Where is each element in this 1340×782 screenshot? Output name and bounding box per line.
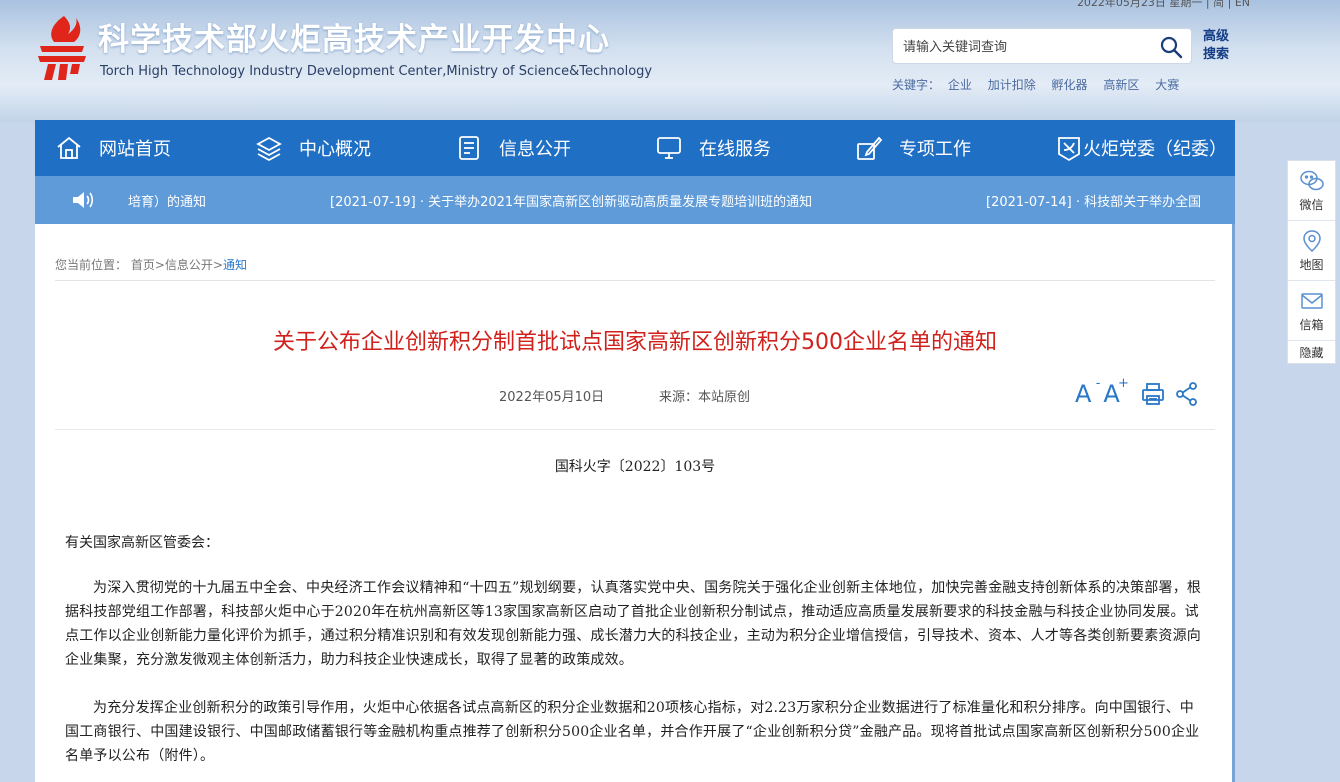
advanced-search-link[interactable]: 高级 搜索 — [1203, 28, 1237, 64]
ticker-item[interactable]: 培育）的通知 — [128, 191, 206, 210]
pen-icon — [857, 136, 883, 160]
hide-panel-button[interactable]: 隐藏 — [1288, 341, 1335, 363]
search-box — [892, 28, 1192, 64]
font-larger-sup: + — [1117, 376, 1129, 391]
hotword-link[interactable]: 孵化器 — [1052, 78, 1088, 92]
breadcrumb-separator: > — [212, 258, 223, 272]
nav-label: 专项工作 — [899, 139, 971, 160]
article-title: 关于公布企业创新积分制首批试点国家高新区创新积分500企业名单的通知 — [273, 330, 997, 355]
search-input[interactable] — [903, 37, 1153, 57]
nav-item-home[interactable]: 网站首页 — [35, 120, 235, 176]
ticker-item[interactable]: [2021-07-19] · 关于举办2021年国家高新区创新驱动高质量发展专题… — [330, 191, 812, 210]
monitor-icon — [657, 137, 681, 159]
font-smaller-button[interactable]: A- — [1075, 376, 1100, 408]
speaker-icon — [73, 192, 94, 208]
breadcrumb-prefix: 您当前位置： — [55, 258, 128, 272]
nav-label: 网站首页 — [99, 139, 171, 160]
site-header: 2022年05月23日 星期一 | 简 | EN 科学技术部火炬高技术产业开发中… — [0, 0, 1340, 122]
nav-item-info[interactable]: 信息公开 — [435, 120, 635, 176]
date-language-strip: 2022年05月23日 星期一 | 简 | EN — [1076, 0, 1250, 9]
font-smaller-sup: - — [1095, 376, 1101, 391]
article-container: 您当前位置： 首页>信息公开>通知 关于公布企业创新积分制首批试点国家高新区创新… — [35, 224, 1235, 782]
nav-label: 信息公开 — [499, 139, 571, 160]
mail-label: 信箱 — [1299, 318, 1324, 332]
breadcrumb-home[interactable]: 首页 — [131, 258, 155, 272]
nav-item-online-service[interactable]: 在线服务 — [635, 120, 835, 176]
article-tools: A- A + — [1075, 376, 1200, 408]
document-number: 国科火字〔2022〕103号 — [554, 459, 716, 475]
site-title[interactable]: 科学技术部火炬高技术产业开发中心 — [98, 14, 610, 59]
layers-icon — [256, 136, 282, 162]
party-emblem-icon — [1058, 137, 1080, 162]
map-label: 地图 — [1299, 258, 1324, 272]
hotwords: 关键字： 企业 加计扣除 孵化器 高新区 大赛 — [892, 76, 1191, 93]
hotwords-label: 关键字： — [892, 78, 941, 92]
search-icon[interactable] — [1159, 35, 1183, 59]
nav-item-about[interactable]: 中心概况 — [235, 120, 435, 176]
hotword-link[interactable]: 加计扣除 — [988, 78, 1036, 92]
font-smaller-label: A — [1075, 380, 1092, 408]
news-ticker: 培育）的通知 [2021-07-19] · 关于举办2021年国家高新区创新驱动… — [35, 176, 1235, 224]
font-larger-button[interactable]: A + — [1103, 376, 1128, 408]
divider — [55, 280, 1215, 281]
map-pin-icon — [1302, 230, 1321, 252]
salutation: 有关国家高新区管委会： — [65, 535, 219, 551]
article-date: 2022年05月10日 — [499, 390, 605, 405]
site-subtitle: Torch High Technology Industry Developme… — [100, 64, 653, 79]
nav-label: 火炬党委（纪委） — [1083, 139, 1227, 160]
hotword-link[interactable]: 高新区 — [1103, 78, 1139, 92]
hotword-link[interactable]: 企业 — [948, 78, 972, 92]
breadcrumb-current[interactable]: 通知 — [223, 258, 247, 272]
home-icon — [57, 136, 81, 159]
wechat-label: 微信 — [1299, 198, 1324, 212]
breadcrumb-info[interactable]: 信息公开 — [165, 258, 213, 272]
nav-item-party-committee[interactable]: 火炬党委（纪委） — [1035, 120, 1235, 176]
article-source: 来源：本站原创 — [659, 390, 751, 405]
mailbox-button[interactable]: 信箱 — [1288, 281, 1335, 341]
wechat-icon — [1299, 170, 1324, 191]
wechat-button[interactable]: 微信 — [1288, 161, 1335, 221]
advanced-search-line1: 高级 — [1203, 29, 1230, 44]
divider — [55, 429, 1215, 430]
nav-label: 中心概况 — [299, 139, 371, 160]
article-paragraph: 为充分发挥企业创新积分的政策引导作用，火炬中心依据各试点高新区的积分企业数据和2… — [65, 700, 1200, 764]
breadcrumb-separator: > — [154, 258, 165, 272]
article-paragraph: 为深入贯彻党的十九届五中全会、中央经济工作会议精神和“十四五”规划纲要，认真落实… — [65, 580, 1202, 668]
mail-icon — [1300, 293, 1323, 309]
nav-item-special-work[interactable]: 专项工作 — [835, 120, 1035, 176]
ticker-item[interactable]: [2021-07-14] · 科技部关于举办全国 — [986, 191, 1201, 210]
main-nav: 网站首页 中心概况 信息公开 在线服务 专项工作 火炬党委（纪委） — [35, 120, 1235, 176]
print-icon[interactable] — [1140, 381, 1166, 407]
breadcrumb: 您当前位置： 首页>信息公开>通知 — [55, 256, 247, 273]
document-icon — [459, 136, 479, 160]
hotword-link[interactable]: 大赛 — [1155, 78, 1179, 92]
torch-logo-icon[interactable] — [34, 12, 90, 82]
share-icon[interactable] — [1174, 381, 1200, 407]
map-button[interactable]: 地图 — [1288, 221, 1335, 281]
nav-label: 在线服务 — [699, 139, 771, 160]
scrollbar[interactable] — [1232, 224, 1235, 782]
advanced-search-line2: 搜索 — [1203, 47, 1230, 62]
floating-side-panel: 微信 地图 信箱 隐藏 — [1287, 160, 1336, 364]
